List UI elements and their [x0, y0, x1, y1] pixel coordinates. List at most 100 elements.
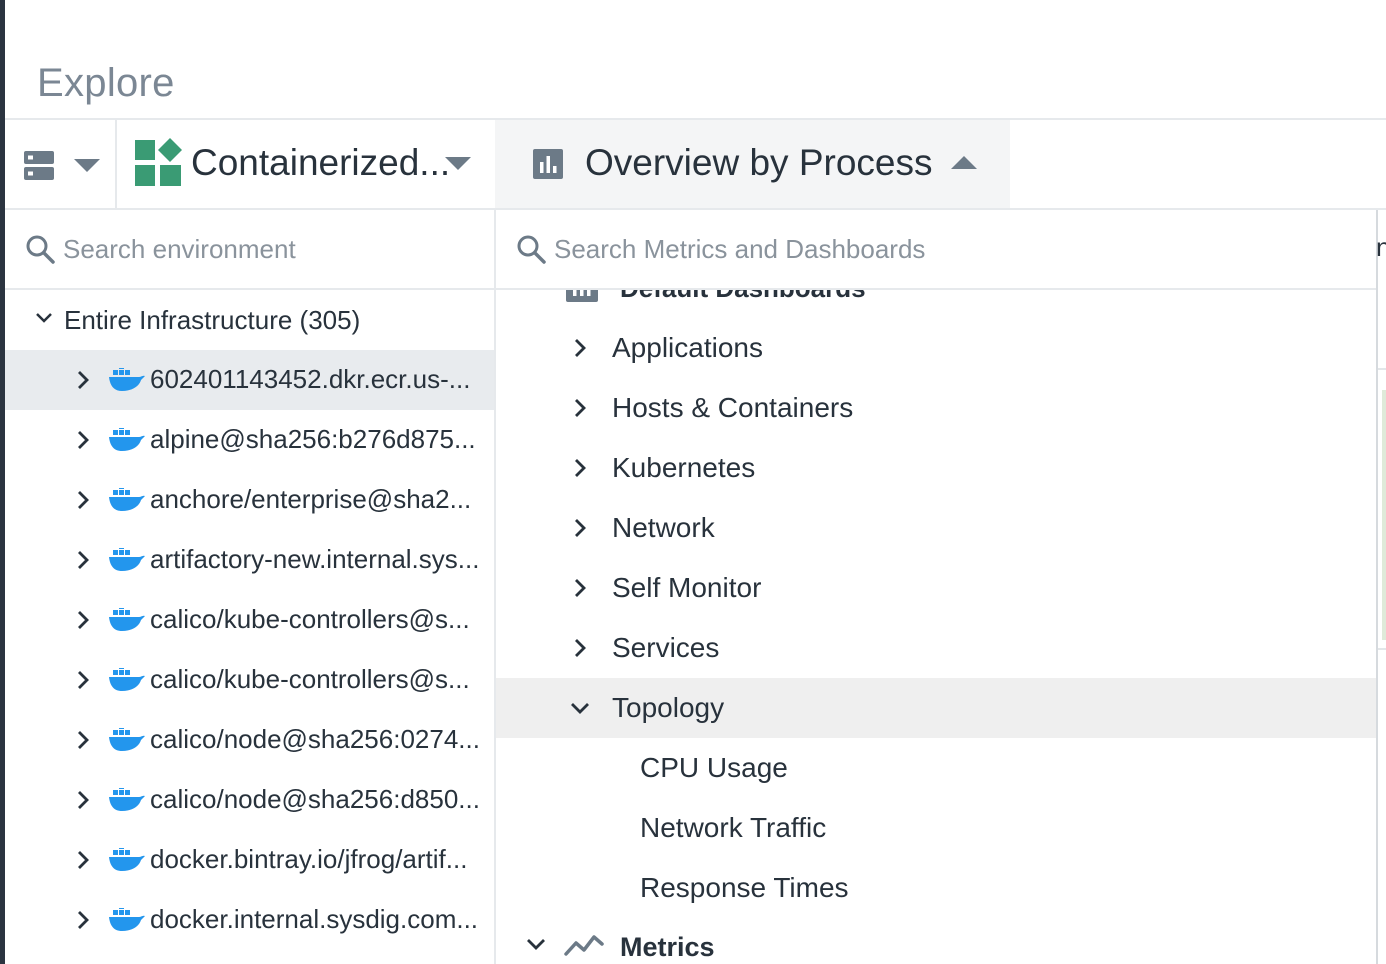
- search-icon: [26, 235, 55, 264]
- docker-icon: [109, 908, 145, 931]
- group-label: Default Dashboards: [620, 290, 866, 304]
- dashboard-label: Network Traffic: [640, 812, 827, 843]
- scope-selector-button[interactable]: Containerized...: [117, 120, 497, 208]
- chevron-right-icon: [78, 911, 89, 929]
- environment-item[interactable]: calico/kube-controllers@s...: [5, 590, 494, 650]
- caret-up-icon: [951, 156, 977, 169]
- category-label: Services: [612, 632, 720, 663]
- metrics-group[interactable]: Metrics: [496, 918, 1376, 964]
- chevron-down-icon: [36, 313, 52, 323]
- chevron-right-icon: [78, 851, 89, 869]
- background-chart-area: [1382, 390, 1386, 640]
- chevron-right-icon: [78, 371, 89, 389]
- background-text: n: [1376, 232, 1386, 262]
- category-label: Network: [612, 512, 715, 543]
- category-label: Hosts & Containers: [612, 392, 854, 423]
- category-label: Kubernetes: [612, 452, 756, 483]
- chevron-right-icon: [78, 551, 89, 569]
- metrics-label: Metrics: [620, 932, 715, 962]
- docker-icon: [109, 728, 145, 751]
- dashboard-group-icon: [566, 290, 598, 302]
- tree-root-entire-infrastructure[interactable]: Entire Infrastructure (305): [5, 290, 494, 350]
- docker-icon: [109, 788, 145, 811]
- environment-item[interactable]: artifactory-new.internal.sys...: [5, 530, 494, 590]
- chevron-right-icon: [78, 431, 89, 449]
- chevron-right-icon: [575, 639, 586, 657]
- environment-item-label: calico/node@sha256:0274...: [150, 724, 480, 754]
- environment-item[interactable]: calico/kube-controllers@s...: [5, 650, 494, 710]
- explore-toolbar: Containerized... Overview by Process: [5, 120, 1386, 210]
- category-network[interactable]: Network: [496, 498, 1376, 558]
- chevron-right-icon: [78, 671, 89, 689]
- environment-item[interactable]: docker.internal.sysdig.com...: [5, 890, 494, 950]
- category-applications[interactable]: Applications: [496, 318, 1376, 378]
- dashboard-label: Overview by Process: [585, 142, 933, 183]
- chevron-down-icon: [527, 939, 545, 950]
- environment-search-input[interactable]: [63, 230, 463, 268]
- environment-item[interactable]: anchore/enterprise@sha2...: [5, 470, 494, 530]
- chevron-right-icon: [575, 459, 586, 477]
- docker-icon: [109, 548, 145, 571]
- category-label: Self Monitor: [612, 572, 762, 603]
- category-services[interactable]: Services: [496, 618, 1376, 678]
- docker-icon: [109, 848, 145, 871]
- environment-item[interactable]: calico/node@sha256:0274...: [5, 710, 494, 770]
- dashboard-network-traffic[interactable]: Network Traffic: [496, 798, 1376, 858]
- environment-panel: Entire Infrastructure (305) 602401143452…: [5, 210, 496, 964]
- environment-item-label: anchore/enterprise@sha2...: [150, 484, 472, 514]
- chevron-right-icon: [575, 339, 586, 357]
- docker-icon: [109, 668, 145, 691]
- line-chart-icon: [564, 935, 604, 956]
- caret-down-icon: [74, 159, 100, 172]
- environment-item-label: docker.bintray.io/jfrog/artif...: [150, 844, 468, 874]
- environment-item-label: artifactory-new.internal.sys...: [150, 544, 480, 574]
- category-label: Topology: [612, 692, 725, 723]
- dashboard-tree: Default Dashboards Applications Hosts & …: [496, 290, 1376, 964]
- docker-icon: [109, 608, 145, 631]
- dashboard-response-times[interactable]: Response Times: [496, 858, 1376, 918]
- docker-icon: [109, 428, 145, 451]
- chevron-right-icon: [78, 611, 89, 629]
- environment-item[interactable]: 602401143452.dkr.ecr.us-...: [5, 350, 494, 410]
- environment-item[interactable]: alpine@sha256:b276d875...: [5, 410, 494, 470]
- category-topology[interactable]: Topology: [496, 678, 1376, 738]
- chevron-down-icon: [571, 703, 589, 714]
- tree-root-label: Entire Infrastructure (305): [64, 305, 361, 335]
- container-group-icon: [135, 138, 182, 186]
- chevron-right-icon: [575, 519, 586, 537]
- environment-item[interactable]: calico/node@sha256:d850...: [5, 770, 494, 830]
- page-title: Explore: [37, 60, 175, 105]
- environment-search: [5, 210, 494, 290]
- dashboard-dropdown: Default Dashboards Applications Hosts & …: [496, 210, 1378, 964]
- environment-item-label: docker.internal.sysdig.com...: [150, 904, 479, 934]
- dashboard-search: [496, 210, 1376, 290]
- chevron-right-icon: [575, 579, 586, 597]
- caret-down-icon: [445, 157, 471, 170]
- view-selector-button[interactable]: [5, 120, 117, 208]
- environment-item-label: calico/node@sha256:d850...: [150, 784, 480, 814]
- environment-item-label: alpine@sha256:b276d875...: [150, 424, 476, 454]
- dashboard-selector-button[interactable]: Overview by Process: [495, 120, 1010, 208]
- dashboard-label: Response Times: [640, 872, 849, 903]
- server-icon: [24, 151, 54, 180]
- environment-item-label: calico/kube-controllers@s...: [150, 664, 470, 694]
- chevron-right-icon: [78, 731, 89, 749]
- docker-icon: [109, 368, 145, 391]
- docker-icon: [109, 488, 145, 511]
- category-hosts-containers[interactable]: Hosts & Containers: [496, 378, 1376, 438]
- environment-list: 602401143452.dkr.ecr.us-... alpine@sha25…: [5, 350, 494, 950]
- scope-label: Containerized...: [191, 142, 451, 183]
- category-kubernetes[interactable]: Kubernetes: [496, 438, 1376, 498]
- category-self-monitor[interactable]: Self Monitor: [496, 558, 1376, 618]
- chevron-right-icon: [78, 491, 89, 509]
- environment-item[interactable]: docker.bintray.io/jfrog/artif...: [5, 830, 494, 890]
- background-content: n: [1376, 210, 1386, 964]
- category-label: Applications: [612, 332, 763, 363]
- chevron-right-icon: [78, 791, 89, 809]
- dashboard-cpu-usage[interactable]: CPU Usage: [496, 738, 1376, 798]
- dashboard-search-input[interactable]: [554, 230, 1334, 268]
- default-dashboards-group[interactable]: Default Dashboards: [496, 290, 1376, 318]
- bar-chart-icon: [533, 149, 563, 179]
- dashboard-category-list: Applications Hosts & Containers Kubernet…: [496, 318, 1376, 964]
- environment-item-label: 602401143452.dkr.ecr.us-...: [150, 364, 471, 394]
